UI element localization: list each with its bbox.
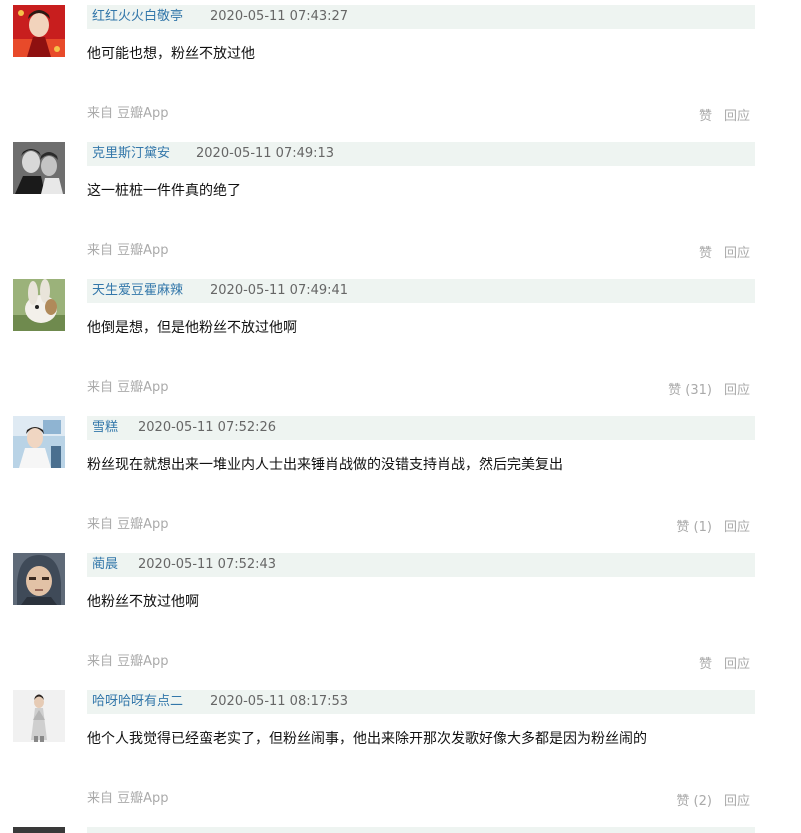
like-button[interactable]: 赞 (1) [676,520,712,535]
avatar[interactable] [13,416,65,468]
comment-item: 天生爱豆霍麻辣 2020-05-11 07:49:41 他倒是想，但是他粉丝不放… [0,274,801,411]
comment-source: 来自 豆瓣App [87,243,169,258]
reply-button[interactable]: 回应 [724,383,750,398]
comment-meta-bar: 哈呀哈呀有点二 2020-05-11 08:17:53 [87,690,755,714]
comment-text: 他个人我觉得已经蛮老实了，但粉丝闹事，他出来除开那次发歌好像大多都是因为粉丝闹的 [87,731,647,747]
comment-meta-bar: 红红火火白敬亭 2020-05-11 07:43:27 [87,5,755,29]
reply-button[interactable]: 回应 [724,520,750,535]
avatar[interactable] [13,827,65,833]
comment-item: 雪糕 2020-05-11 07:52:26 粉丝现在就想出来一堆业内人士出来锤… [0,411,801,548]
comment-actions: 赞回应 [699,109,750,125]
like-button[interactable]: 赞 [699,246,712,261]
comment-source: 来自 豆瓣App [87,791,169,806]
author-link[interactable]: 雪糕 [92,420,118,436]
avatar[interactable] [13,142,65,194]
author-link[interactable]: 天生爱豆霍麻辣 [92,283,183,299]
comment-text: 这一桩桩一件件真的绝了 [87,183,241,199]
comment-meta-bar [87,827,755,833]
author-link[interactable]: 哈呀哈呀有点二 [92,694,183,710]
reply-button[interactable]: 回应 [724,246,750,261]
comment-text: 他可能也想，粉丝不放过他 [87,46,255,62]
author-link[interactable]: 蔺晨 [92,557,118,573]
comment-actions: 赞 (2) 回应 [676,794,750,810]
comment-actions: 赞回应 [699,657,750,673]
comment-time: 2020-05-11 07:52:43 [138,557,277,572]
avatar[interactable] [13,5,65,57]
comment-source: 来自 豆瓣App [87,380,169,395]
comment-time: 2020-05-11 07:43:27 [210,9,349,24]
comment-source: 来自 豆瓣App [87,654,169,669]
avatar[interactable] [13,279,65,331]
comment-time: 2020-05-11 08:17:53 [210,694,349,709]
comment-text: 粉丝现在就想出来一堆业内人士出来锤肖战做的没错支持肖战，然后完美复出 [87,457,563,473]
avatar[interactable] [13,553,65,605]
author-link[interactable]: 红红火火白敬亭 [92,9,183,25]
reply-button[interactable]: 回应 [724,109,750,124]
comment-time: 2020-05-11 07:49:13 [196,146,335,161]
comment-text: 他倒是想，但是他粉丝不放过他啊 [87,320,297,336]
comment-item: 克里斯汀黛安 2020-05-11 07:49:13 这一桩桩一件件真的绝了 来… [0,137,801,274]
like-button[interactable]: 赞 (2) [676,794,712,809]
comment-item: 哈呀哈呀有点二 2020-05-11 08:17:53 他个人我觉得已经蛮老实了… [0,685,801,822]
comment-source: 来自 豆瓣App [87,106,169,121]
comment-time: 2020-05-11 07:49:41 [210,283,349,298]
comment-actions: 赞 (1) 回应 [676,520,750,536]
comment-meta-bar: 克里斯汀黛安 2020-05-11 07:49:13 [87,142,755,166]
comment-meta-bar: 天生爱豆霍麻辣 2020-05-11 07:49:41 [87,279,755,303]
comment-item: 蔺晨 2020-05-11 07:52:43 他粉丝不放过他啊 来自 豆瓣App… [0,548,801,685]
comment-text: 他粉丝不放过他啊 [87,594,199,610]
reply-button[interactable]: 回应 [724,657,750,672]
comment-item: 红红火火白敬亭 2020-05-11 07:43:27 他可能也想，粉丝不放过他… [0,0,801,137]
like-button[interactable]: 赞 (31) [668,383,712,398]
avatar[interactable] [13,690,65,742]
like-button[interactable]: 赞 [699,109,712,124]
reply-button[interactable]: 回应 [724,794,750,809]
comment-actions: 赞回应 [699,246,750,262]
comment-source: 来自 豆瓣App [87,517,169,532]
comment-actions: 赞 (31) 回应 [668,383,750,399]
comment-meta-bar: 雪糕 2020-05-11 07:52:26 [87,416,755,440]
author-link[interactable]: 克里斯汀黛安 [92,146,170,162]
comment-meta-bar: 蔺晨 2020-05-11 07:52:43 [87,553,755,577]
like-button[interactable]: 赞 [699,657,712,672]
comment-time: 2020-05-11 07:52:26 [138,420,277,435]
